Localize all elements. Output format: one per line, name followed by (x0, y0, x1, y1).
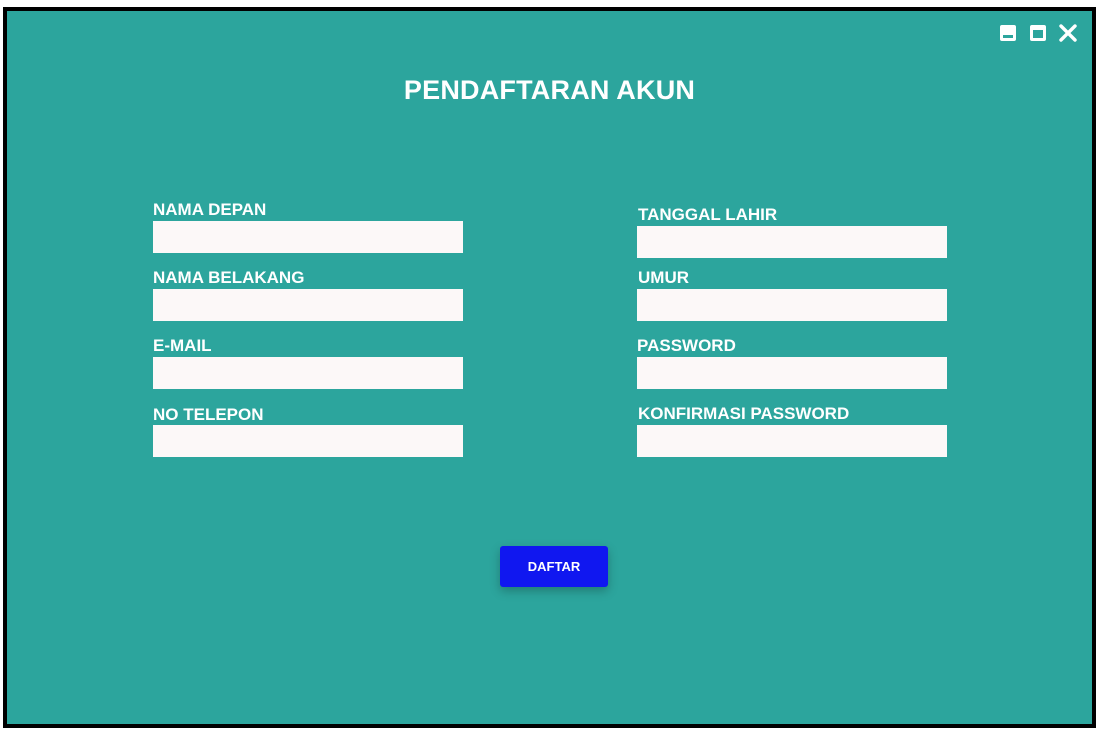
email-input[interactable] (153, 357, 463, 389)
minimize-icon[interactable] (998, 23, 1018, 43)
age-label: UMUR (638, 268, 689, 287)
age-input[interactable] (637, 289, 947, 321)
maximize-icon[interactable] (1028, 23, 1048, 43)
first-name-label: NAMA DEPAN (153, 200, 267, 219)
last-name-input[interactable] (153, 289, 463, 321)
confirm-password-input[interactable] (637, 425, 947, 457)
birth-date-label: TANGGAL LAHIR (638, 205, 778, 224)
window-controls (998, 23, 1078, 43)
password-input[interactable] (637, 357, 947, 389)
phone-label: NO TELEPON (153, 405, 264, 424)
page-title: PENDAFTARAN AKUN (403, 75, 696, 105)
password-label: PASSWORD (637, 336, 736, 355)
last-name-label: NAMA BELAKANG (153, 268, 305, 287)
birth-date-input[interactable] (637, 226, 947, 258)
confirm-password-label: KONFIRMASI PASSWORD (638, 404, 850, 423)
register-button[interactable]: DAFTAR (500, 546, 608, 587)
close-icon[interactable] (1058, 23, 1078, 43)
first-name-input[interactable] (153, 221, 463, 253)
phone-input[interactable] (153, 425, 463, 457)
email-label: E-MAIL (153, 336, 212, 355)
registration-window: PENDAFTARAN AKUN NAMA DEPAN NAMA BELAKAN… (3, 7, 1096, 728)
